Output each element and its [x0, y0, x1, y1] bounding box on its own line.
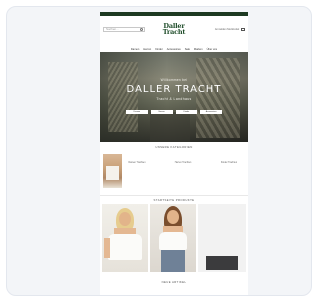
category-damen[interactable]: Damen Trachten: [126, 162, 148, 165]
nav-item-herren[interactable]: Herren: [143, 48, 151, 51]
cart-icon[interactable]: [241, 28, 245, 31]
product-card[interactable]: [198, 204, 246, 272]
blouse-shape: [106, 166, 119, 180]
blouse-shape: [159, 232, 187, 250]
hero-kicker: Willkommen bei: [160, 78, 188, 82]
section2-title: NEUE ARTIKEL: [161, 280, 187, 284]
hero-button-herren[interactable]: Herren: [150, 110, 173, 114]
logo-line-2: Tracht: [162, 28, 186, 36]
model-face: [167, 210, 179, 224]
category-row: Damen Trachten Herren Trachten Kinder Tr…: [100, 154, 248, 190]
product-card[interactable]: [102, 204, 148, 272]
model-face: [119, 212, 131, 226]
blouse-shape: [108, 234, 142, 260]
nav-item-kinder[interactable]: Kinder: [155, 48, 163, 51]
model-jeans: [161, 250, 185, 272]
hero-buttons: Damen Herren Kinder Accessoires: [126, 110, 222, 114]
nav-item-sale[interactable]: Sale: [185, 48, 190, 51]
product-card[interactable]: [150, 204, 196, 272]
site-header: Suchen... Daller Tracht Anmelden Merkzet…: [100, 16, 248, 46]
categories-title: UNSERE KATEGORIEN: [155, 145, 193, 149]
hero-texture: [150, 112, 190, 142]
section-divider: [100, 195, 248, 196]
nav-item-marken[interactable]: Marken: [194, 48, 203, 51]
header-links-text[interactable]: Anmelden Merkzettel: [215, 28, 239, 31]
category-kinder[interactable]: Kinder Trachten: [218, 162, 240, 165]
nav-item-accessoires[interactable]: Accessoires: [167, 48, 181, 51]
model-arm: [104, 238, 110, 258]
browser-card: Suchen... Daller Tracht Anmelden Merkzet…: [6, 6, 312, 296]
category-image[interactable]: [103, 154, 122, 188]
hero-banner[interactable]: Willkommen bei DALLER TRACHT Tracht & La…: [100, 52, 248, 142]
website-page: Suchen... Daller Tracht Anmelden Merkzet…: [100, 12, 248, 295]
product-grid: [100, 204, 248, 274]
hero-subtitle: Tracht & Landhaus: [156, 97, 192, 101]
hero-button-kinder[interactable]: Kinder: [175, 110, 198, 114]
hero-button-damen[interactable]: Damen: [126, 110, 148, 114]
search-input[interactable]: Suchen...: [103, 27, 145, 32]
hero-button-accessoires[interactable]: Accessoires: [200, 110, 222, 114]
products-title: STARTSEITE PRODUKTE: [153, 198, 195, 202]
header-links[interactable]: Anmelden Merkzettel: [215, 28, 245, 31]
search-placeholder: Suchen...: [106, 27, 119, 31]
nav-item-ueber-uns[interactable]: Über uns: [207, 48, 218, 51]
nav-item-damen[interactable]: Damen: [131, 48, 139, 51]
search-icon[interactable]: [140, 28, 143, 31]
site-logo[interactable]: Daller Tracht: [156, 23, 192, 36]
category-herren[interactable]: Herren Trachten: [172, 162, 194, 165]
product-shape: [206, 256, 238, 270]
hero-title: DALLER TRACHT: [126, 84, 222, 95]
